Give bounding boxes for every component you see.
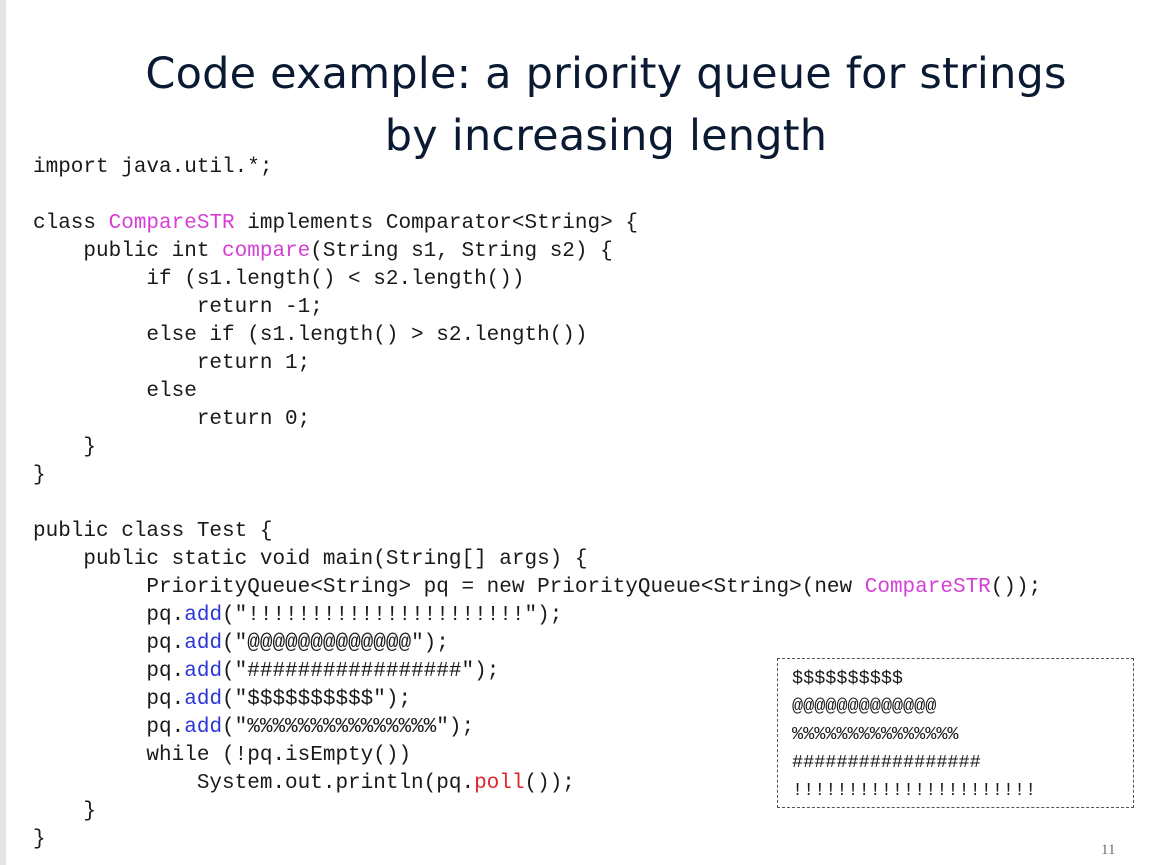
code-line: } — [33, 464, 46, 487]
code-line: import java.util.*; — [33, 156, 273, 179]
class-name-token: CompareSTR — [864, 576, 991, 599]
code-token: ()); — [990, 576, 1042, 599]
code-token: ("@@@@@@@@@@@@@"); — [222, 632, 449, 655]
output-line: !!!!!!!!!!!!!!!!!!!!!! — [792, 780, 1037, 801]
code-token: pq. — [33, 632, 185, 655]
method-call-token: poll — [474, 772, 525, 795]
code-line: public int compare(String s1, String s2)… — [33, 238, 1041, 266]
output-line: ################# — [792, 752, 981, 773]
method-call-token: add — [184, 660, 223, 683]
code-line: else if (s1.length() > s2.length()) — [33, 324, 588, 347]
output-line: $$$$$$$$$$ — [792, 668, 904, 689]
code-token: ("%%%%%%%%%%%%%%%"); — [222, 716, 475, 739]
code-token: public int — [33, 240, 223, 263]
code-token: PriorityQueue<String> pq = new PriorityQ… — [33, 576, 865, 599]
code-token: pq. — [33, 660, 185, 683]
program-output-box: $$$$$$$$$$ @@@@@@@@@@@@@ %%%%%%%%%%%%%%%… — [777, 658, 1134, 808]
code-token: ("!!!!!!!!!!!!!!!!!!!!!!"); — [222, 604, 563, 627]
code-line: pq.add("!!!!!!!!!!!!!!!!!!!!!!"); — [33, 602, 1041, 630]
method-call-token: add — [184, 632, 223, 655]
code-line: pq.add("@@@@@@@@@@@@@"); — [33, 630, 1041, 658]
class-name-token: CompareSTR — [108, 212, 235, 235]
code-token: pq. — [33, 604, 185, 627]
code-line: return 0; — [33, 408, 311, 431]
code-line: if (s1.length() < s2.length()) — [33, 268, 525, 291]
code-token: implements Comparator<String> { — [234, 212, 638, 235]
method-name-token: compare — [222, 240, 311, 263]
slide-number: 11 — [1101, 842, 1116, 858]
code-token: pq. — [33, 688, 185, 711]
slide-title: Code example: a priority queue for strin… — [0, 43, 1174, 167]
code-line: return -1; — [33, 296, 323, 319]
output-line: @@@@@@@@@@@@@ — [792, 696, 937, 717]
code-line: else — [33, 380, 197, 403]
method-call-token: add — [184, 604, 223, 627]
code-line: PriorityQueue<String> pq = new PriorityQ… — [33, 574, 1041, 602]
code-token: ("#################"); — [222, 660, 500, 683]
code-token: (String s1, String s2) { — [310, 240, 613, 263]
output-line: %%%%%%%%%%%%%%% — [792, 724, 959, 745]
code-line: public static void main(String[] args) { — [33, 548, 588, 571]
code-token: class — [33, 212, 109, 235]
slide-title-line-1: Code example: a priority queue for strin… — [145, 48, 1067, 99]
code-line: } — [33, 436, 97, 459]
code-token: ()); — [524, 772, 575, 795]
code-line: class CompareSTR implements Comparator<S… — [33, 210, 1041, 238]
code-token: System.out.println(pq. — [33, 772, 475, 795]
code-line: public class Test { — [33, 520, 273, 543]
code-line: return 1; — [33, 352, 311, 375]
code-line: } — [33, 828, 46, 851]
code-token: ("$$$$$$$$$$"); — [222, 688, 412, 711]
method-call-token: add — [184, 688, 223, 711]
method-call-token: add — [184, 716, 223, 739]
code-token: pq. — [33, 716, 185, 739]
